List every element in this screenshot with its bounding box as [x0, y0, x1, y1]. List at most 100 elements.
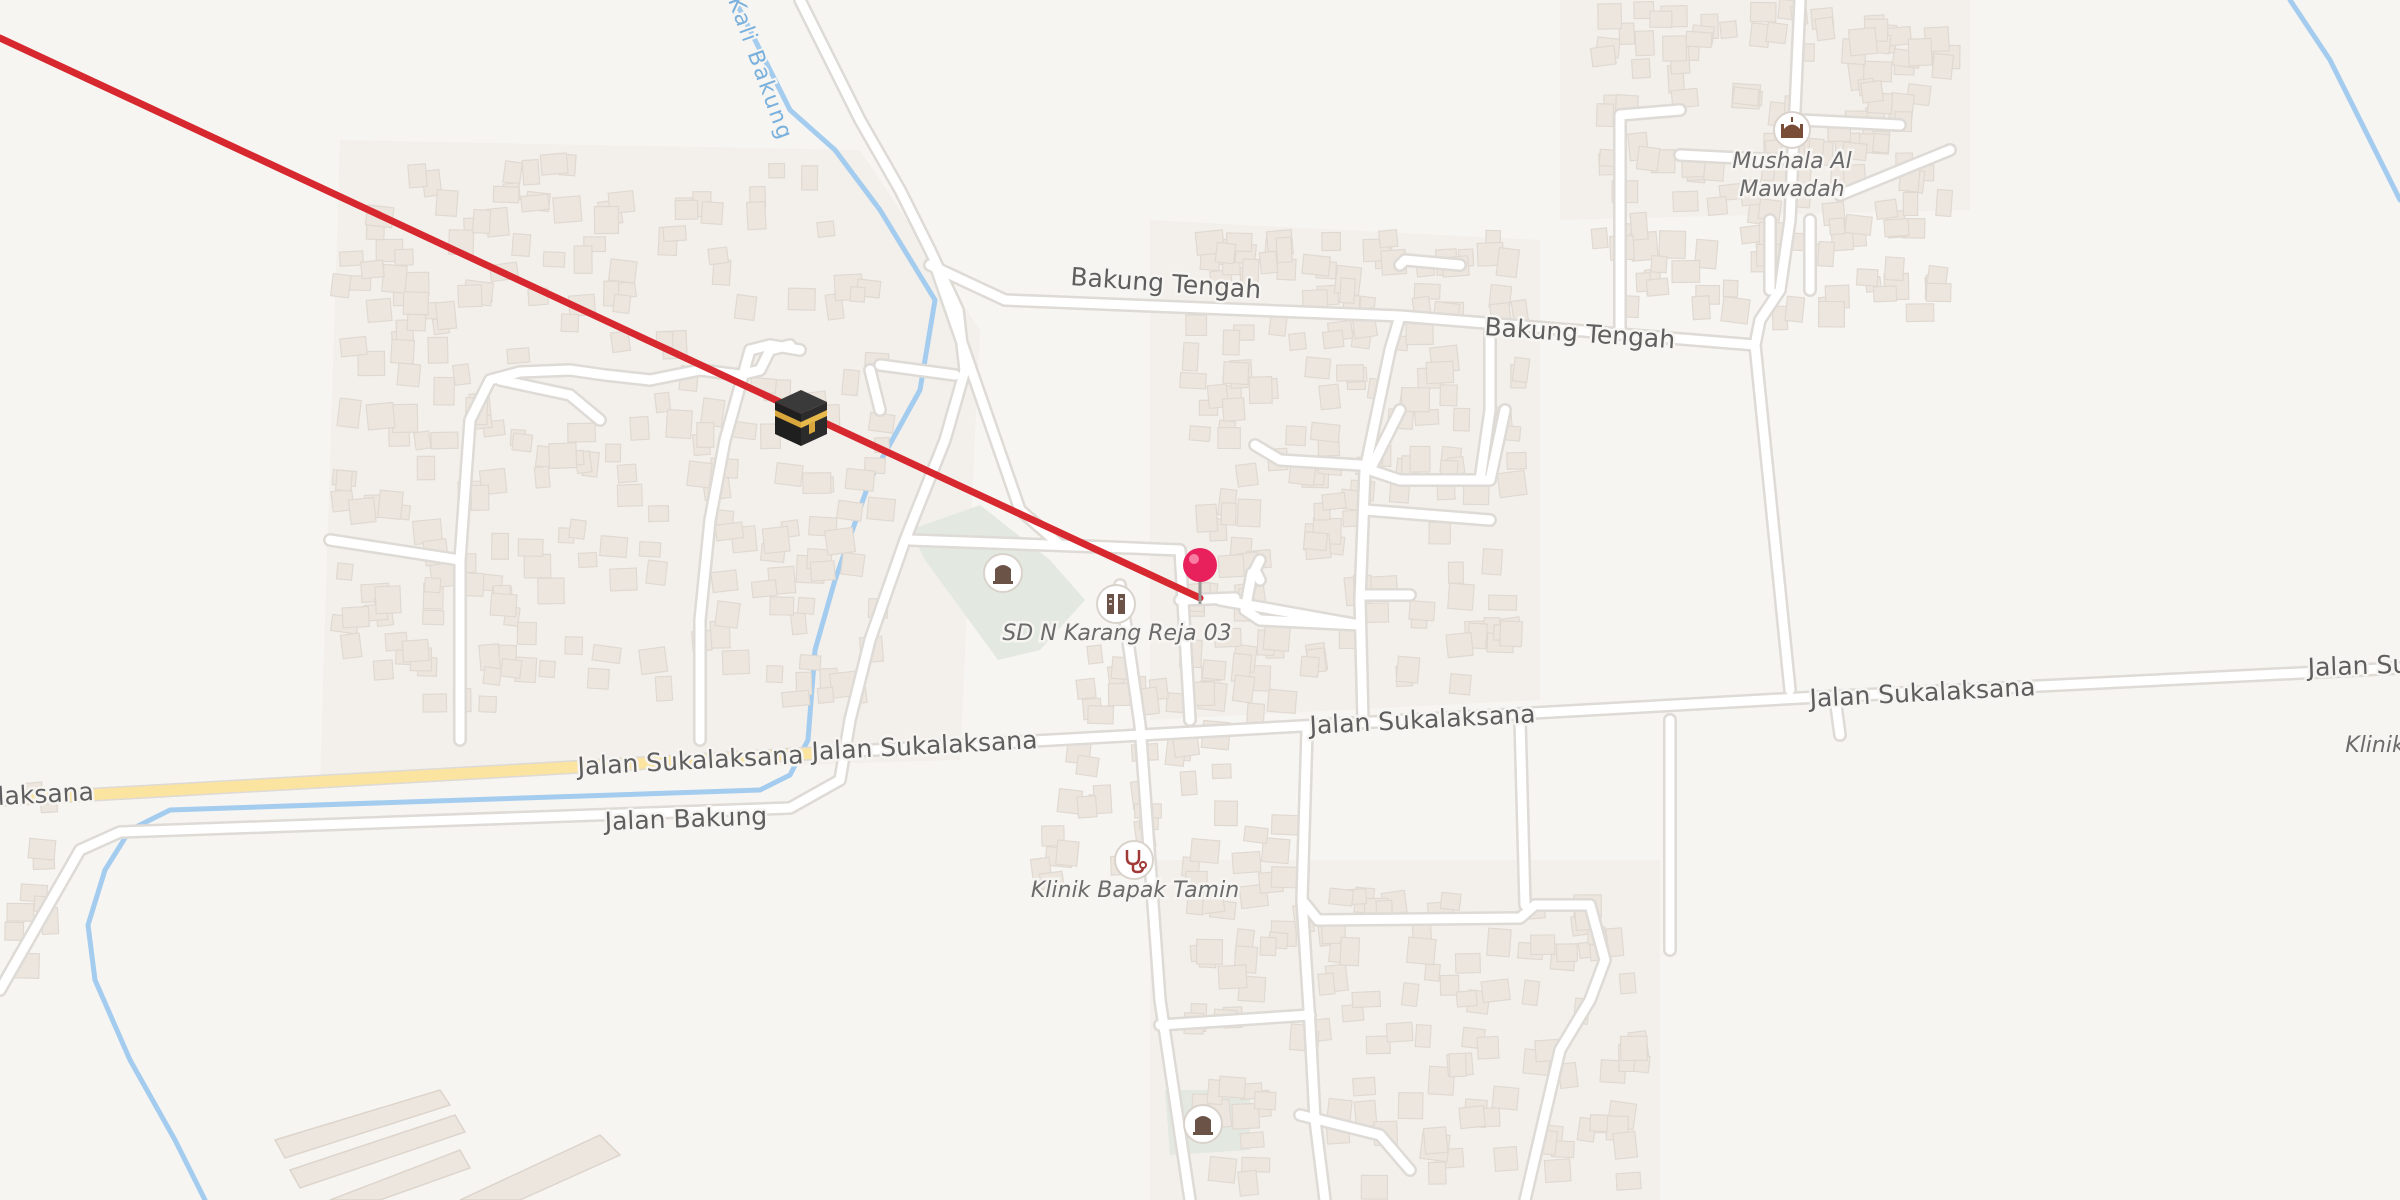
building — [377, 489, 404, 520]
building — [1189, 837, 1221, 865]
building — [334, 469, 354, 492]
building — [1452, 407, 1471, 432]
building — [1086, 644, 1104, 665]
building — [1691, 295, 1711, 321]
building — [1275, 236, 1293, 264]
building — [1179, 770, 1198, 797]
building — [1935, 188, 1954, 218]
building — [1649, 10, 1673, 29]
school-icon[interactable] — [1096, 584, 1136, 624]
building — [765, 664, 784, 684]
building — [714, 600, 741, 629]
building — [573, 245, 593, 274]
building — [1217, 426, 1241, 450]
building — [1589, 44, 1617, 68]
building — [1784, 295, 1806, 323]
building — [629, 415, 650, 441]
building — [451, 363, 472, 386]
building — [1530, 934, 1556, 956]
building — [1425, 360, 1455, 385]
building — [1635, 145, 1661, 172]
building — [389, 338, 416, 365]
building — [616, 463, 638, 484]
building — [372, 659, 395, 681]
building — [1408, 599, 1436, 622]
sheds — [273, 1089, 622, 1200]
building — [1447, 561, 1464, 584]
building — [1397, 1091, 1424, 1120]
building — [1618, 972, 1637, 995]
building — [482, 666, 503, 687]
building — [769, 596, 795, 616]
building — [472, 208, 492, 235]
building — [435, 300, 458, 331]
road-label-sukalaksana-5: Jalan Sukalaksana — [1807, 672, 2036, 713]
building — [1352, 1076, 1377, 1097]
building — [1195, 503, 1219, 533]
building — [1266, 688, 1298, 715]
building — [1615, 1171, 1642, 1191]
building — [433, 376, 455, 406]
building — [1447, 582, 1475, 611]
building — [407, 163, 428, 189]
building — [335, 562, 354, 581]
building — [662, 225, 688, 243]
building — [750, 579, 778, 599]
map-canvas[interactable]: Kali Bakung Bakung Tengah Bakung Tengah … — [0, 0, 2400, 1200]
mosque-icon[interactable] — [1773, 111, 1811, 149]
building — [533, 465, 551, 489]
building — [6, 902, 35, 922]
building — [416, 455, 436, 481]
building — [542, 251, 566, 268]
building — [1423, 962, 1442, 982]
building — [1211, 763, 1232, 780]
building — [394, 248, 414, 266]
building — [478, 695, 498, 713]
building — [1253, 1090, 1277, 1111]
poi-label-school: SD N Karang Reja 03 — [1002, 621, 1231, 646]
building — [1287, 332, 1308, 352]
building — [560, 313, 580, 333]
building — [1645, 277, 1670, 297]
building — [607, 258, 638, 284]
building — [1671, 259, 1701, 284]
cemetery-icon[interactable] — [983, 553, 1023, 593]
building — [674, 199, 699, 220]
poi-label-mushala-line1: Mushala Al — [1732, 149, 1852, 174]
building — [1054, 839, 1080, 867]
building — [816, 220, 836, 239]
building — [1400, 982, 1420, 1008]
building — [489, 592, 518, 618]
building — [1486, 927, 1512, 958]
building — [1828, 217, 1846, 236]
building — [1087, 704, 1115, 725]
building — [499, 657, 523, 680]
building — [1220, 502, 1237, 526]
building — [1339, 936, 1361, 967]
building — [548, 442, 578, 470]
road-label-jalan-bakung: Jalan Bakung — [602, 801, 767, 836]
building — [1395, 655, 1421, 684]
building — [816, 686, 835, 704]
building — [849, 286, 866, 303]
building — [1242, 825, 1269, 845]
building — [761, 525, 791, 555]
building — [686, 460, 713, 489]
building — [612, 293, 632, 314]
building — [1455, 989, 1478, 1008]
building — [1634, 29, 1655, 57]
building — [1454, 952, 1482, 974]
building — [520, 193, 550, 213]
building — [1495, 246, 1521, 279]
building — [1905, 303, 1935, 323]
building — [1107, 682, 1131, 707]
stethoscope-icon[interactable] — [1114, 840, 1154, 880]
building — [1595, 103, 1615, 128]
building — [1335, 364, 1365, 382]
building — [1844, 213, 1873, 236]
cemetery-icon-south[interactable] — [1183, 1104, 1223, 1144]
building — [1195, 938, 1224, 965]
building — [27, 837, 57, 861]
building — [329, 272, 352, 299]
building — [665, 408, 693, 440]
